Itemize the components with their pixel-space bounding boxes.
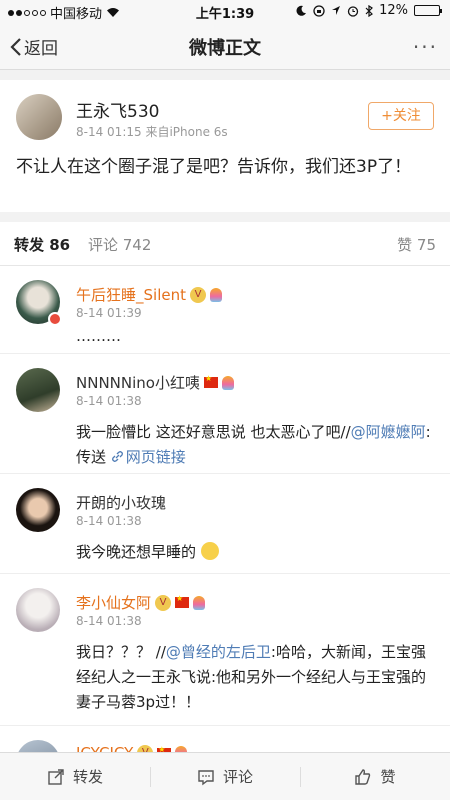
avatar[interactable] [16,94,62,140]
status-right: 12% [296,3,442,18]
china-flag-icon [175,594,190,608]
list-item[interactable]: 开朗的小玫瑰 8-14 01:38 我今晚还想早睡的 [0,474,450,574]
avatar[interactable] [16,368,60,412]
username-text: 开朗的小玫瑰 [76,494,167,512]
username-text: 李小仙女阿 [76,594,152,612]
like-label: 赞 [380,768,396,786]
post-username[interactable]: 王永飞530 [76,97,159,122]
bluetooth-icon [365,4,374,17]
vip-badge-icon: V [155,594,172,611]
repost-text: 我一脸懵比 这还好意思说 也太恶心了吧//@阿嬷嬷阿:传送 网页链接 [76,420,436,470]
live-badge-icon [48,312,62,326]
more-button[interactable]: ··· [413,35,438,59]
page-title: 微博正文 [189,38,261,59]
avatar[interactable] [16,588,60,632]
thumbs-up-icon [355,768,371,785]
mention-link[interactable]: @阿嬷嬷阿 [351,423,426,441]
emoji-icon [200,542,219,560]
chevron-left-icon [10,37,21,56]
comment-icon [198,769,214,785]
repost-text: 我今晚还想早睡的 [76,540,436,565]
username-text: 午后狂睡_Silent [76,286,186,304]
web-link[interactable]: 网页链接 [111,448,186,466]
bottom-action-bar: 转发 评论 赞 [0,752,450,800]
share-icon [48,768,64,785]
post-meta: 8-14 01:15 来自iPhone 6s [76,125,228,139]
follow-button[interactable]: +关注 [368,102,434,130]
tab-comment[interactable]: 评论 742 [88,234,151,255]
text-part: 我今晚还想早睡的 [76,543,197,561]
tab-repost[interactable]: 转发 86 [9,234,75,268]
nav-bar: 返回 微博正文 ··· [0,22,450,70]
mention-link[interactable]: @曾经的左后卫 [166,643,271,661]
text-part: 我日？？？ // [76,643,166,661]
username-text: NNNNNino小红咦 [76,374,200,392]
link-icon [111,451,123,462]
battery-icon [414,5,442,16]
repost-time: 8-14 01:38 [76,514,142,528]
list-item[interactable]: NNNNNino小红咦 8-14 01:38 我一脸懵比 这还好意思说 也太恶心… [0,354,450,474]
repost-text: ……… [76,327,121,345]
list-item[interactable]: 李小仙女阿 V 8-14 01:38 我日？？？ //@曾经的左后卫:哈哈，大新… [0,574,450,726]
back-button[interactable]: 返回 [10,34,58,59]
like-button[interactable]: 赞 [300,753,450,800]
repost-text: 我日？？？ //@曾经的左后卫:哈哈，大新闻，王宝强经纪人之一王永飞说:他和另外… [76,640,436,715]
list-item[interactable]: 午后狂睡_Silent V 8-14 01:39 ……… [0,266,450,354]
alarm-icon [347,5,359,17]
repost-time: 8-14 01:38 [76,614,142,628]
vip-badge-icon: V [189,286,206,303]
bulb-badge-icon [221,375,234,390]
tab-like[interactable]: 赞 75 [397,234,436,255]
avatar[interactable] [16,488,60,532]
bulb-badge-icon [193,595,206,610]
repost-username[interactable]: 开朗的小玫瑰 [76,492,166,513]
post-card: 王永飞530 8-14 01:15 来自iPhone 6s +关注 不让人在这个… [0,80,450,212]
repost-username[interactable]: 午后狂睡_Silent V [76,284,222,305]
repost-username[interactable]: 李小仙女阿 V [76,592,206,613]
repost-time: 8-14 01:39 [76,306,142,320]
moon-icon [296,5,307,16]
lock-rotation-icon [313,4,325,17]
repost-username[interactable]: NNNNNino小红咦 [76,372,234,393]
repost-time: 8-14 01:38 [76,394,142,408]
battery-percent: 12% [379,3,408,18]
web-link-label: 网页链接 [125,448,186,466]
post-text: 不让人在这个圈子混了是吧？告诉你，我们还3P了！ [16,157,412,177]
post-tabs: 转发 86 评论 742 赞 75 [0,222,450,268]
china-flag-icon [203,374,218,388]
repost-label: 转发 [72,768,103,786]
repost-button[interactable]: 转发 [0,753,150,800]
location-icon [332,6,341,15]
back-label: 返回 [24,39,58,59]
repost-list: 午后狂睡_Silent V 8-14 01:39 ……… NNNNNino小红咦… [0,266,450,756]
bulb-badge-icon [209,287,222,302]
comment-button[interactable]: 评论 [150,753,300,800]
text-part: 我一脸懵比 这还好意思说 也太恶心了吧// [76,423,351,441]
comment-label: 评论 [222,768,253,786]
status-bar: 中国移动 上午1:39 12% [0,0,450,22]
